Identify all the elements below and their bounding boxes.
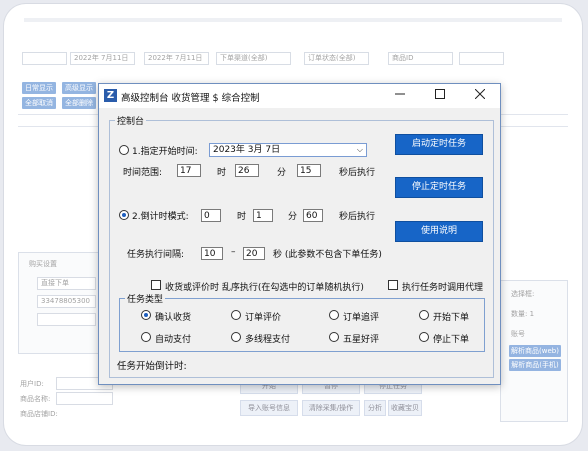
bg-btn-clear: 清除采集/操作 — [302, 400, 360, 416]
bg-btn-d: 全部删除 — [62, 97, 96, 109]
bg-label-uid: 用户ID: — [20, 380, 44, 388]
bg-right-btn-web: 解析商品(web) — [509, 345, 561, 357]
bg-panel-title: 购买设置 — [29, 260, 57, 268]
bg-left-panel: 购买设置 直接下单 33478805300 — [18, 252, 100, 354]
maximize-icon — [435, 89, 445, 99]
bg-panel-id: 33478805300 — [37, 295, 96, 308]
interval-dash: – — [231, 247, 236, 257]
window-title: 高级控制台 收货管理 $ 综合控制 — [121, 93, 260, 104]
dialog-client: 控制台 1.指定开始时间: 2023年 3月 7日 ⌵ 时间范围: 17 时 2… — [105, 114, 494, 380]
bg-date-1: 2022年 7月11日 — [70, 52, 135, 65]
task-multithread-pay-radio[interactable] — [231, 332, 241, 342]
console-group-label: 控制台 — [115, 114, 147, 127]
bg-extra-field — [459, 52, 504, 65]
task-multithread-pay-label: 多线程支付 — [245, 335, 291, 345]
range-hour-input[interactable]: 17 — [177, 164, 201, 177]
countdown-minute-input[interactable]: 1 — [253, 209, 273, 222]
countdown-status-label: 任务开始倒计时: — [117, 361, 187, 372]
task-auto-pay-label: 自动支付 — [155, 335, 192, 345]
task-stop-order-label: 停止下单 — [433, 335, 470, 345]
interval-label: 任务执行间隔: — [127, 250, 185, 260]
range-after-label: 秒后执行 — [339, 168, 376, 178]
use-proxy-checkbox[interactable] — [388, 280, 398, 290]
random-order-checkbox[interactable] — [151, 280, 161, 290]
interval-from-input[interactable]: 10 — [201, 247, 223, 260]
task-stop-order-radio[interactable] — [419, 332, 429, 342]
help-button[interactable]: 使用说明 — [395, 221, 483, 242]
bg-right-label-c: 账号 — [511, 330, 525, 338]
stop-timer-button[interactable]: 停止定时任务 — [395, 177, 483, 198]
task-five-star-radio[interactable] — [329, 332, 339, 342]
task-follow-review-radio[interactable] — [329, 310, 339, 320]
maximize-button[interactable] — [420, 84, 460, 108]
bg-panel-qty — [37, 313, 96, 326]
countdown-radio[interactable] — [119, 210, 129, 220]
task-confirm-receipt-radio[interactable] — [141, 310, 151, 320]
range-hour-unit: 时 — [217, 168, 227, 178]
task-type-group-label: 任务类型 — [125, 292, 166, 305]
bg-label-shop: 商品店铺ID: — [20, 410, 58, 418]
title-bar[interactable]: Z 高级控制台 收货管理 $ 综合控制 — [99, 84, 500, 108]
bg-right-label-a: 选择框: — [511, 290, 535, 298]
bg-btn-b: 高级显示 — [62, 82, 96, 94]
bg-label-name: 商品名称: — [20, 395, 51, 403]
bg-btn-c: 全部取消 — [22, 97, 56, 109]
countdown-label: 2.倒计时模式: — [132, 212, 189, 222]
start-date-picker[interactable]: 2023年 3月 7日 ⌵ — [209, 143, 367, 157]
random-order-label: 收货或评价时 乱序执行(在勾选中的订单随机执行) — [165, 283, 364, 293]
task-order-review-radio[interactable] — [231, 310, 241, 320]
range-minute-input[interactable]: 26 — [235, 164, 259, 177]
task-five-star-label: 五星好评 — [343, 335, 380, 345]
countdown-second-input[interactable]: 60 — [303, 209, 323, 222]
close-button[interactable] — [460, 84, 500, 108]
bg-date-2: 2022年 7月11日 — [144, 52, 209, 65]
task-order-review-label: 订单评价 — [245, 313, 282, 323]
close-icon — [474, 88, 486, 100]
bg-btn-analyze: 分析 — [364, 400, 386, 416]
bg-right-btn-mobile: 解析商品(手机) — [509, 359, 561, 371]
interval-note: 秒 (此参数不包含下单任务) — [273, 250, 382, 260]
task-start-order-label: 开始下单 — [433, 313, 470, 323]
range-second-input[interactable]: 15 — [297, 164, 321, 177]
start-date-value: 2023年 3月 7日 — [213, 145, 281, 155]
chevron-down-icon: ⌵ — [356, 145, 363, 154]
task-auto-pay-radio[interactable] — [141, 332, 151, 342]
bg-top-strip — [24, 18, 562, 22]
bg-btn-fav: 收藏宝贝 — [388, 400, 422, 416]
specified-time-radio[interactable] — [119, 145, 129, 155]
task-follow-review-label: 订单追评 — [343, 313, 380, 323]
app-logo-icon: Z — [104, 89, 117, 102]
bg-status-select: 订单状态(全部) — [304, 52, 369, 65]
bg-right-panel: 选择框: 数量: 1 账号 解析商品(web) 解析商品(手机) — [500, 280, 568, 422]
use-proxy-label: 执行任务时调用代理 — [402, 283, 484, 293]
bg-channel-select: 下单渠道(全部) — [216, 52, 291, 65]
bg-item-field: 商品ID — [388, 52, 453, 65]
countdown-after-label: 秒后执行 — [339, 212, 376, 222]
screen-frame: 2022年 7月11日 2022年 7月11日 下单渠道(全部) 订单状态(全部… — [4, 4, 582, 445]
countdown-minute-unit: 分 — [288, 212, 298, 222]
countdown-hour-input[interactable]: 0 — [201, 209, 221, 222]
minimize-icon — [395, 93, 405, 95]
bg-panel-mode: 直接下单 — [37, 277, 96, 290]
bg-field-name — [56, 392, 113, 405]
countdown-hour-unit: 时 — [237, 212, 247, 222]
interval-to-input[interactable]: 20 — [243, 247, 265, 260]
minimize-button[interactable] — [380, 84, 420, 108]
task-confirm-receipt-label: 确认收货 — [155, 313, 192, 323]
control-dialog: Z 高级控制台 收货管理 $ 综合控制 控制台 1.指定开始时间: 2023年 … — [98, 83, 501, 385]
bg-btn-a: 日常显示 — [22, 82, 56, 94]
start-timer-button[interactable]: 启动定时任务 — [395, 134, 483, 155]
bg-right-label-b: 数量: 1 — [511, 310, 535, 318]
time-range-label: 时间范围: — [123, 168, 163, 178]
bg-field-label — [22, 52, 67, 65]
specified-time-label: 1.指定开始时间: — [132, 147, 198, 157]
bg-btn-import: 导入账号信息 — [240, 400, 298, 416]
range-minute-unit: 分 — [277, 168, 287, 178]
task-start-order-radio[interactable] — [419, 310, 429, 320]
